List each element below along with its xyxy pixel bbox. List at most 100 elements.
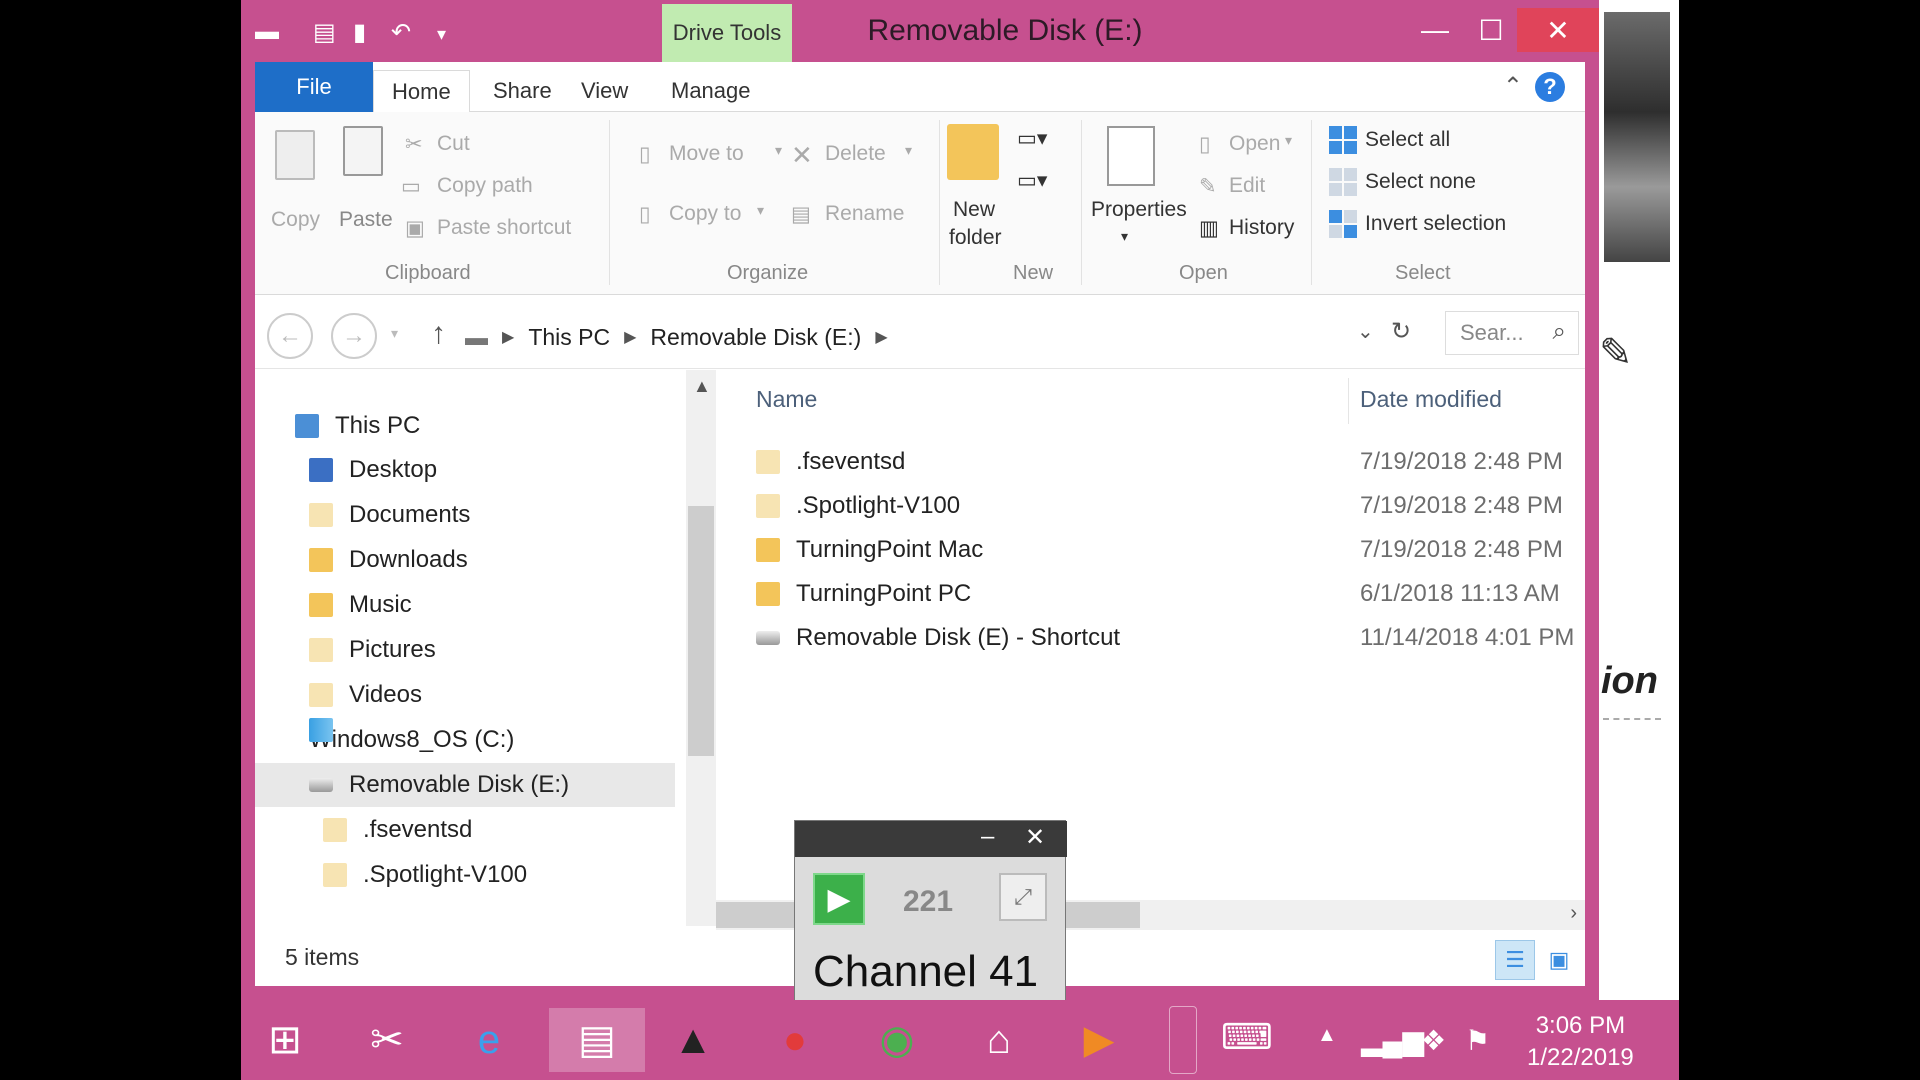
move-to-dropdown-icon[interactable]: ▾ <box>775 142 782 159</box>
search-icon[interactable]: ⌕ <box>1553 318 1566 346</box>
minimize-button[interactable]: — <box>1407 8 1463 52</box>
forward-button[interactable]: → <box>331 313 377 359</box>
easy-access-icon[interactable]: ▭▾ <box>1017 168 1047 193</box>
nav-item-documents[interactable]: Documents <box>309 493 470 537</box>
invert-selection-button[interactable]: Invert selection <box>1329 210 1506 238</box>
mini-minimize-button[interactable]: – <box>981 823 994 851</box>
show-hidden-icons-icon[interactable]: ▲ <box>1317 1024 1337 1047</box>
media-player-icon[interactable]: ▶ <box>1067 1008 1131 1072</box>
nav-item-pictures[interactable]: Pictures <box>309 628 436 672</box>
action-center-flag-icon[interactable]: ⚑ <box>1465 1024 1490 1057</box>
cut-button[interactable]: Cut <box>437 132 470 156</box>
select-group-label: Select <box>1395 262 1451 284</box>
refresh-icon[interactable]: ↻ <box>1391 317 1411 346</box>
mini-close-button[interactable]: ✕ <box>1025 823 1045 852</box>
collapse-ribbon-icon[interactable]: ⌃ <box>1503 72 1523 101</box>
file-row[interactable]: TurningPoint PC 6/1/2018 11:13 AM <box>716 572 1585 616</box>
file-row[interactable]: .fseventsd 7/19/2018 2:48 PM <box>716 440 1585 484</box>
details-view-icon[interactable]: ☰ <box>1495 940 1535 980</box>
nav-item-removable-disk[interactable]: Removable Disk (E:) <box>255 763 675 807</box>
pin-icon[interactable]: ✎ <box>1599 330 1633 376</box>
nav-item-spotlight[interactable]: .Spotlight-V100 <box>323 853 527 897</box>
properties-button[interactable]: Properties <box>1091 198 1187 222</box>
address-dropdown-icon[interactable]: ⌄ <box>1357 319 1374 344</box>
back-button[interactable]: ← <box>267 313 313 359</box>
column-divider[interactable] <box>1348 378 1349 424</box>
network-icon[interactable]: ▂▄▆ <box>1361 1024 1424 1057</box>
paste-button[interactable]: Paste <box>339 208 393 232</box>
new-item-icon[interactable]: ▭▾ <box>1017 126 1047 151</box>
tab-view[interactable]: View <box>563 70 646 112</box>
open-dropdown-icon[interactable]: ▾ <box>1285 132 1292 149</box>
help-icon[interactable]: ? <box>1535 72 1565 102</box>
properties-dropdown-icon[interactable]: ▾ <box>1121 228 1128 245</box>
search-input[interactable]: Sear... ⌕ <box>1445 311 1579 355</box>
paste-shortcut-button[interactable]: Paste shortcut <box>437 216 571 240</box>
home-icon[interactable]: ⌂ <box>967 1008 1031 1072</box>
mini-window-titlebar[interactable]: – ✕ <box>795 821 1067 857</box>
breadcrumb-separator-icon[interactable]: ▶ <box>875 327 887 347</box>
up-button[interactable]: ↑ <box>431 317 446 351</box>
copy-button[interactable]: Copy <box>271 208 320 232</box>
select-none-button[interactable]: Select none <box>1329 168 1476 196</box>
new-folder-button-line2[interactable]: folder <box>949 226 1002 250</box>
nav-item-music[interactable]: Music <box>309 583 412 627</box>
play-icon[interactable]: ▶ <box>813 873 865 925</box>
open-button[interactable]: Open <box>1229 132 1280 156</box>
chrome-icon[interactable]: ◉ <box>865 1008 929 1072</box>
recent-locations-icon[interactable]: ▾ <box>391 325 398 342</box>
file-row[interactable]: TurningPoint Mac 7/19/2018 2:48 PM <box>716 528 1585 572</box>
start-button-icon[interactable]: ⊞ <box>253 1008 317 1072</box>
column-header-date-modified[interactable]: Date modified <box>1360 386 1502 413</box>
delete-dropdown-icon[interactable]: ▾ <box>905 142 912 159</box>
internet-explorer-icon[interactable]: e <box>457 1008 521 1072</box>
history-button[interactable]: History <box>1229 216 1294 240</box>
delete-button[interactable]: Delete <box>825 142 886 166</box>
file-explorer-icon[interactable]: ▤ <box>549 1008 645 1072</box>
move-to-button[interactable]: Move to <box>669 142 744 166</box>
breadcrumb[interactable]: ▬ ▶ This PC ▶ Removable Disk (E:) ▶ <box>465 317 888 357</box>
rename-button[interactable]: Rename <box>825 202 904 226</box>
navigation-bar: ← → ▾ ↑ ▬ ▶ This PC ▶ Removable Disk (E:… <box>255 295 1585 369</box>
select-all-button[interactable]: Select all <box>1329 126 1450 154</box>
clipboard-group-label: Clipboard <box>385 262 471 284</box>
scroll-right-icon[interactable]: › <box>1570 902 1577 925</box>
nav-item-videos[interactable]: Videos <box>309 673 422 717</box>
file-row[interactable]: Removable Disk (E) - Shortcut 11/14/2018… <box>716 616 1585 660</box>
nav-item-downloads[interactable]: Downloads <box>309 538 468 582</box>
nav-item-fseventsd[interactable]: .fseventsd <box>323 808 472 852</box>
nav-item-this-pc[interactable]: This PC <box>295 404 420 448</box>
breadcrumb-removable-disk[interactable]: Removable Disk (E:) <box>650 324 861 351</box>
nav-pane-scrollbar[interactable]: ▲ <box>686 370 716 926</box>
breadcrumb-this-pc[interactable]: This PC <box>528 324 610 351</box>
snipping-tool-icon[interactable]: ✂ <box>355 1008 419 1072</box>
response-count: 221 <box>903 885 954 918</box>
breadcrumb-separator-icon[interactable]: ▶ <box>502 327 514 347</box>
column-header-name[interactable]: Name <box>756 386 817 413</box>
maximize-button[interactable]: ☐ <box>1463 8 1519 52</box>
scroll-up-icon[interactable]: ▲ <box>693 376 711 397</box>
dropbox-icon[interactable]: ❖ <box>1421 1024 1446 1057</box>
cloud-app-icon[interactable]: ● <box>763 1008 827 1072</box>
tab-file[interactable]: File <box>255 62 373 112</box>
scrollbar-thumb[interactable] <box>688 506 714 756</box>
copy-to-button[interactable]: Copy to <box>669 202 741 226</box>
nav-item-windows-drive[interactable]: Windows8_OS (C:) <box>309 718 514 762</box>
new-folder-button-line1[interactable]: New <box>953 198 995 222</box>
file-row[interactable]: .Spotlight-V100 7/19/2018 2:48 PM <box>716 484 1585 528</box>
tab-share[interactable]: Share <box>475 70 570 112</box>
breadcrumb-separator-icon[interactable]: ▶ <box>624 327 636 347</box>
edit-button[interactable]: Edit <box>1229 174 1265 198</box>
close-button[interactable]: ✕ <box>1517 8 1599 52</box>
nav-item-desktop[interactable]: Desktop <box>309 448 437 492</box>
expand-icon[interactable]: ⤢ <box>999 873 1047 921</box>
open-icon: ▯ <box>1199 133 1211 156</box>
copy-path-button[interactable]: Copy path <box>437 174 533 198</box>
large-icons-view-icon[interactable]: ▣ <box>1539 940 1579 980</box>
tab-home[interactable]: Home <box>373 70 470 113</box>
graduation-cap-icon[interactable]: ▲ <box>661 1008 725 1072</box>
copy-to-dropdown-icon[interactable]: ▾ <box>757 202 764 219</box>
tab-manage[interactable]: Manage <box>653 70 769 112</box>
keyboard-icon[interactable]: ⌨ <box>1221 1016 1273 1058</box>
clock[interactable]: 3:06 PM 1/22/2019 <box>1527 1010 1634 1074</box>
